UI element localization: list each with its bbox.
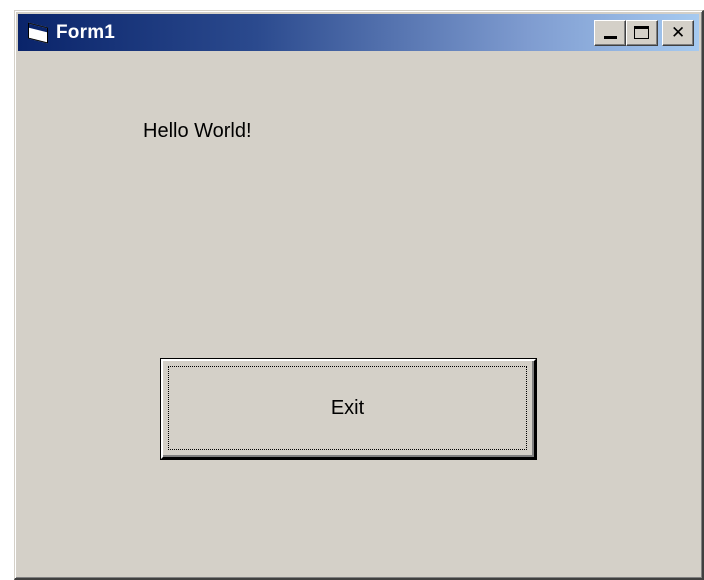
exit-button-label: Exit bbox=[330, 396, 365, 419]
form1-window: Form1 ✕ Hello World! Exit bbox=[14, 10, 704, 580]
hello-label: Hello World! bbox=[143, 120, 252, 142]
exit-button[interactable]: Exit bbox=[160, 358, 537, 460]
maximize-icon bbox=[634, 26, 649, 39]
window-title: Form1 bbox=[56, 21, 116, 43]
form-icon[interactable] bbox=[26, 22, 52, 44]
close-button[interactable]: ✕ bbox=[662, 20, 694, 46]
close-icon: ✕ bbox=[671, 23, 686, 43]
form-client-area: Hello World! Exit bbox=[18, 52, 699, 575]
caption-buttons: ✕ bbox=[594, 20, 694, 46]
title-bar[interactable]: Form1 ✕ bbox=[18, 14, 699, 51]
focus-rectangle: Exit bbox=[168, 366, 527, 450]
maximize-button[interactable] bbox=[626, 20, 658, 46]
minimize-button[interactable] bbox=[594, 20, 626, 46]
minimize-icon bbox=[604, 36, 617, 39]
